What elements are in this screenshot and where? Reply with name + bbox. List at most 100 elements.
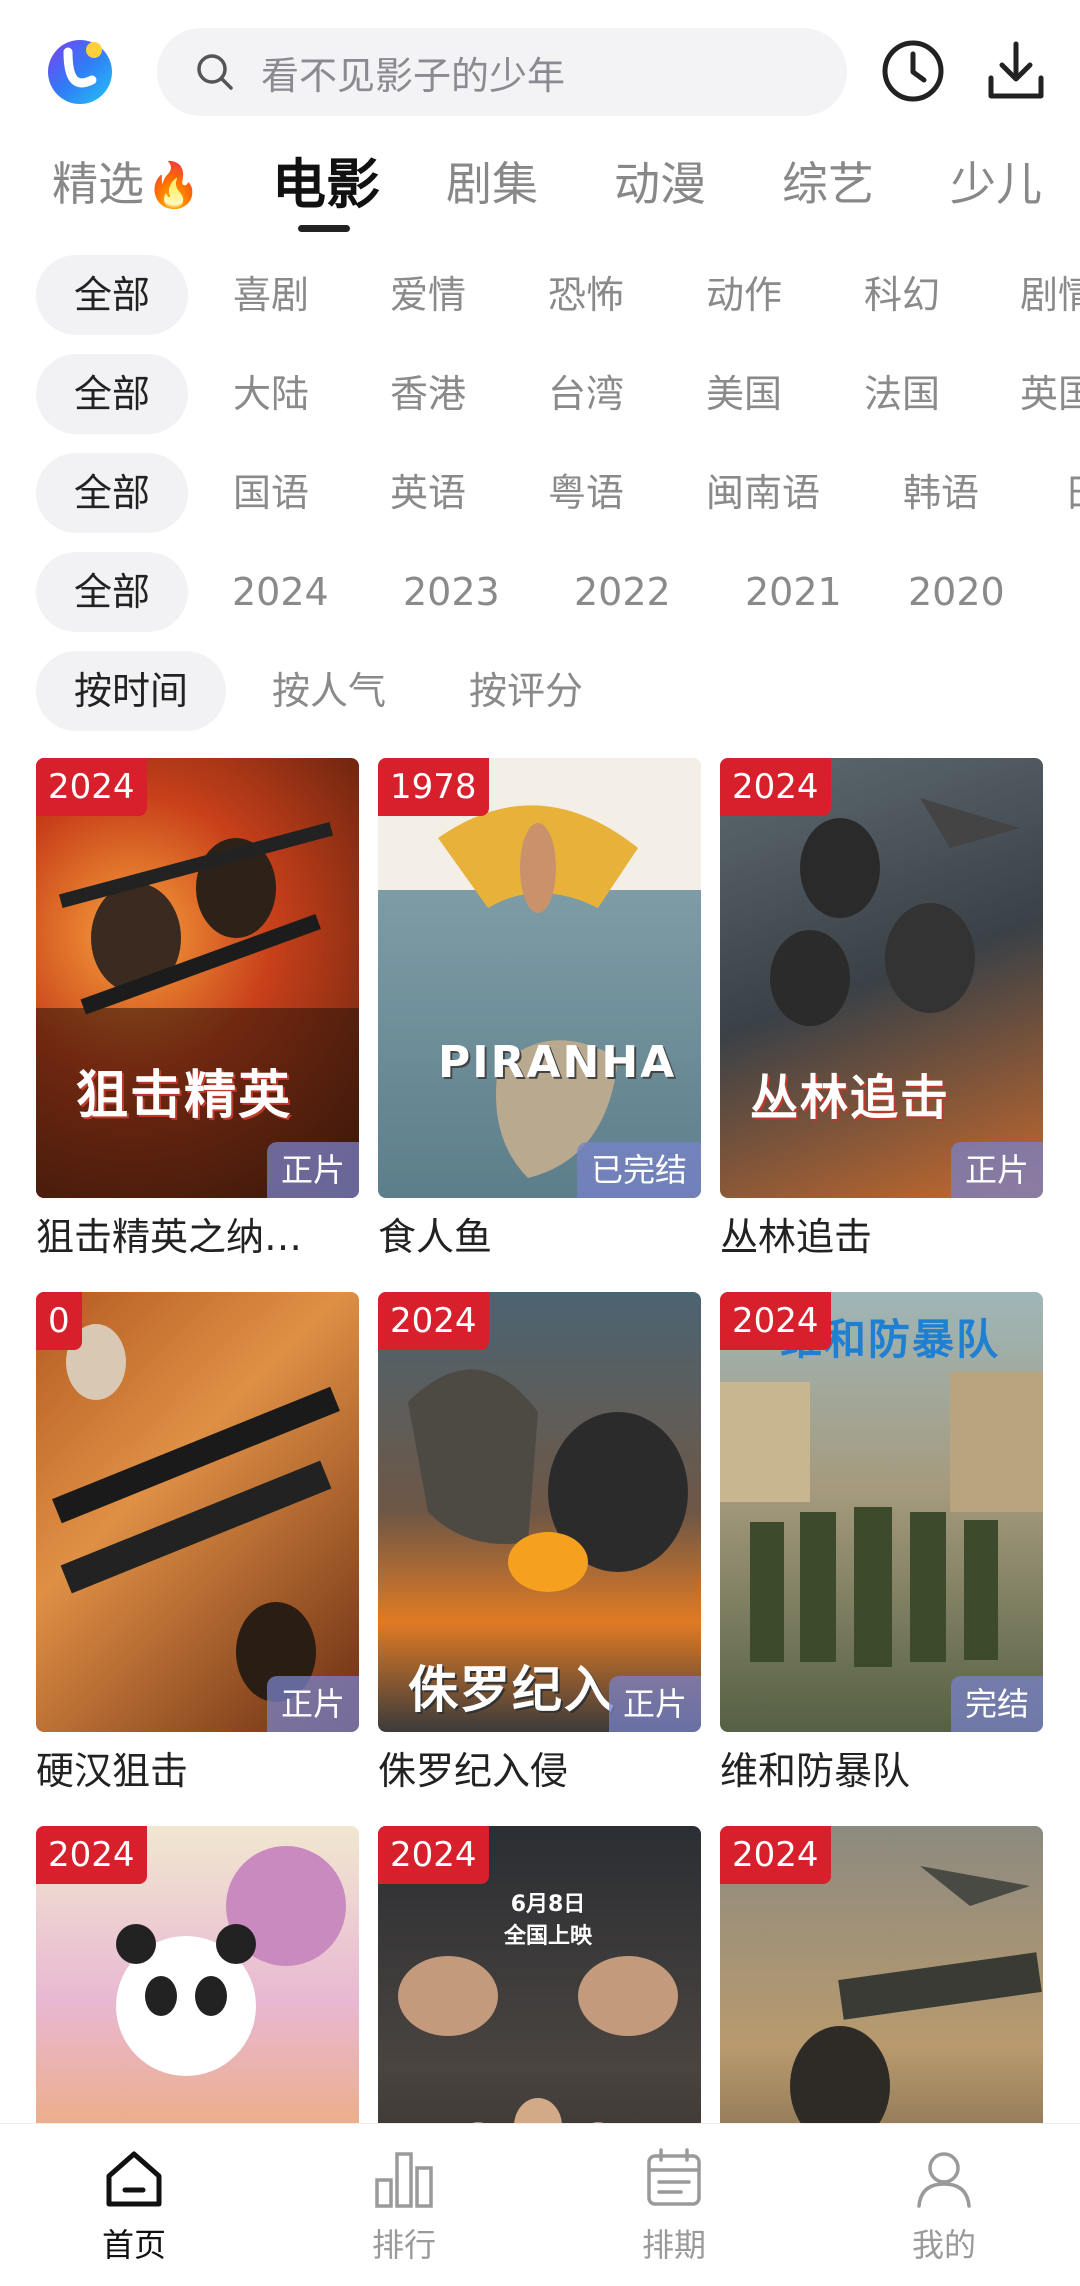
- status-badge: 正片: [608, 1676, 701, 1732]
- sort-chip[interactable]: 按时间: [36, 651, 227, 731]
- poster-release-text: 6月8日 全国上映: [503, 1892, 592, 1949]
- sort-chip[interactable]: 按评分: [469, 651, 583, 731]
- filter-chip[interactable]: 2023: [403, 552, 500, 632]
- movie-poster: 2024: [720, 1826, 1043, 2123]
- filter-chip[interactable]: 全部: [36, 255, 189, 335]
- status-badge: 已完结: [576, 1142, 701, 1198]
- app-logo[interactable]: [40, 30, 120, 110]
- filter-chip[interactable]: 全部: [36, 453, 189, 533]
- category-tabs: 精选🔥 电影 剧集 动漫 综艺 少儿: [0, 140, 1080, 240]
- movie-poster: 维和防暴队 2024 完结: [720, 1292, 1043, 1732]
- status-badge: 完结: [950, 1676, 1043, 1732]
- movie-title: 丛林追击: [720, 1215, 873, 1259]
- clock-icon[interactable]: [880, 38, 946, 104]
- filter-chip[interactable]: 英国: [1020, 354, 1080, 434]
- movie-card[interactable]: PIRANHA 1978 已完结 食人鱼: [378, 758, 701, 1261]
- filter-chip[interactable]: 喜剧: [233, 255, 309, 335]
- filter-chip[interactable]: 英语: [390, 453, 466, 533]
- filter-row-region: 全部 大陆 香港 台湾 美国 法国 英国: [0, 354, 1080, 434]
- tab-series[interactable]: 剧集: [446, 148, 538, 214]
- movie-poster: PIRANHA 1978 已完结: [378, 758, 701, 1198]
- movie-card[interactable]: 维和防暴队 2024 完结 维和防暴队: [720, 1292, 1043, 1795]
- poster-title: 狙击精英: [76, 1066, 293, 1126]
- filter-chip[interactable]: 剧情: [1020, 255, 1080, 335]
- filter-chip[interactable]: 日语: [1064, 453, 1080, 533]
- year-badge: 2024: [720, 1826, 831, 1884]
- nav-label: 我的: [911, 2226, 976, 2264]
- movie-card[interactable]: 2024: [720, 1826, 1043, 2123]
- year-badge: 2024: [36, 758, 147, 816]
- filter-chip[interactable]: 爱情: [390, 255, 466, 335]
- movie-grid: 狙击精英 2024 正片 狙击精英之纳… PIRANHA 1978 已完结 食人…: [0, 758, 1080, 2123]
- filter-chip[interactable]: 2024: [232, 552, 329, 632]
- filter-chip[interactable]: 国语: [233, 453, 309, 533]
- nav-home[interactable]: 首页: [74, 2146, 194, 2266]
- filter-chip[interactable]: 粤语: [548, 453, 624, 533]
- movie-title: 维和防暴队: [720, 1749, 911, 1793]
- movie-title: 食人鱼: [378, 1215, 493, 1259]
- movie-title: 狙击精英之纳…: [36, 1215, 303, 1259]
- filter-chip[interactable]: 法国: [864, 354, 940, 434]
- tab-label: 精选: [52, 157, 144, 211]
- tab-label: 少儿: [950, 157, 1042, 211]
- filter-chip[interactable]: 动作: [706, 255, 782, 335]
- year-badge: 0: [36, 1292, 82, 1350]
- nav-label: 排行: [371, 2226, 436, 2264]
- status-badge: 正片: [950, 1142, 1043, 1198]
- tab-movies[interactable]: 电影: [272, 140, 380, 219]
- filter-chip[interactable]: 美国: [706, 354, 782, 434]
- year-badge: 2024: [720, 1292, 831, 1350]
- filter-chip[interactable]: 恐怖: [548, 255, 624, 335]
- calendar-icon: [647, 2148, 701, 2206]
- filter-chip[interactable]: 2020: [908, 552, 1005, 632]
- filter-chip[interactable]: 韩语: [903, 453, 979, 533]
- tab-featured[interactable]: 精选🔥: [52, 148, 201, 214]
- tab-variety[interactable]: 综艺: [782, 148, 874, 214]
- nav-label: 排期: [641, 2226, 706, 2264]
- filter-chip[interactable]: 闽南语: [706, 453, 820, 533]
- nav-schedule[interactable]: 排期: [614, 2146, 734, 2266]
- tab-kids[interactable]: 少儿: [950, 148, 1042, 214]
- tab-anime[interactable]: 动漫: [614, 148, 706, 214]
- year-badge: 2024: [36, 1826, 147, 1884]
- filter-chip[interactable]: 2022: [574, 552, 671, 632]
- filter-row-language: 全部 国语 英语 粤语 闽南语 韩语 日语: [0, 453, 1080, 533]
- bar-chart-icon: [375, 2152, 433, 2208]
- download-icon[interactable]: [983, 38, 1049, 104]
- nav-ranking[interactable]: 排行: [344, 2146, 464, 2266]
- filter-chip[interactable]: 2021: [745, 552, 842, 632]
- movie-card[interactable]: 2024: [36, 1826, 359, 2123]
- movie-poster: 丛林追击 2024 正片: [720, 758, 1043, 1198]
- nav-profile[interactable]: 我的: [884, 2146, 1004, 2266]
- poster-art: [52, 1324, 340, 1702]
- status-badge: 正片: [266, 1142, 359, 1198]
- movie-card[interactable]: 丛林追击 2024 正片 丛林追击: [720, 758, 1043, 1261]
- tab-label: 综艺: [782, 157, 874, 211]
- movie-card[interactable]: 侏罗纪入 2024 正片 侏罗纪入侵: [378, 1292, 701, 1795]
- top-bar: 看不见影子的少年: [0, 0, 1080, 140]
- filter-chip[interactable]: 全部: [36, 552, 189, 632]
- filter-row-sort: 按时间 按人气 按评分: [0, 651, 1080, 731]
- fire-icon: 🔥: [146, 160, 201, 211]
- movie-poster: 狙击精英 2024 正片: [36, 758, 359, 1198]
- user-icon: [917, 2152, 971, 2208]
- filter-chip[interactable]: 大陆: [233, 354, 309, 434]
- search-bar[interactable]: 看不见影子的少年: [157, 28, 847, 116]
- sort-chip[interactable]: 按人气: [272, 651, 386, 731]
- poster-art: [36, 822, 359, 1198]
- year-badge: 2024: [720, 758, 831, 816]
- year-badge: 2024: [378, 1292, 489, 1350]
- filter-chip[interactable]: 台湾: [548, 354, 624, 434]
- filter-chip[interactable]: 科幻: [864, 255, 940, 335]
- bottom-nav: 首页 排行 排期 我的: [0, 2123, 1080, 2286]
- movie-card[interactable]: 6月8日 全国上映 2024: [378, 1826, 701, 2123]
- year-badge: 2024: [378, 1826, 489, 1884]
- movie-card[interactable]: 0 正片 硬汉狙击: [36, 1292, 359, 1795]
- filter-chip[interactable]: 香港: [390, 354, 466, 434]
- filter-row-year: 全部 2024 2023 2022 2021 2020: [0, 552, 1080, 632]
- movie-title: 硬汉狙击: [36, 1749, 189, 1793]
- year-badge: 1978: [378, 758, 489, 816]
- filter-chip[interactable]: 全部: [36, 354, 189, 434]
- movie-card[interactable]: 狙击精英 2024 正片 狙击精英之纳…: [36, 758, 359, 1261]
- movie-poster: 侏罗纪入 2024 正片: [378, 1292, 701, 1732]
